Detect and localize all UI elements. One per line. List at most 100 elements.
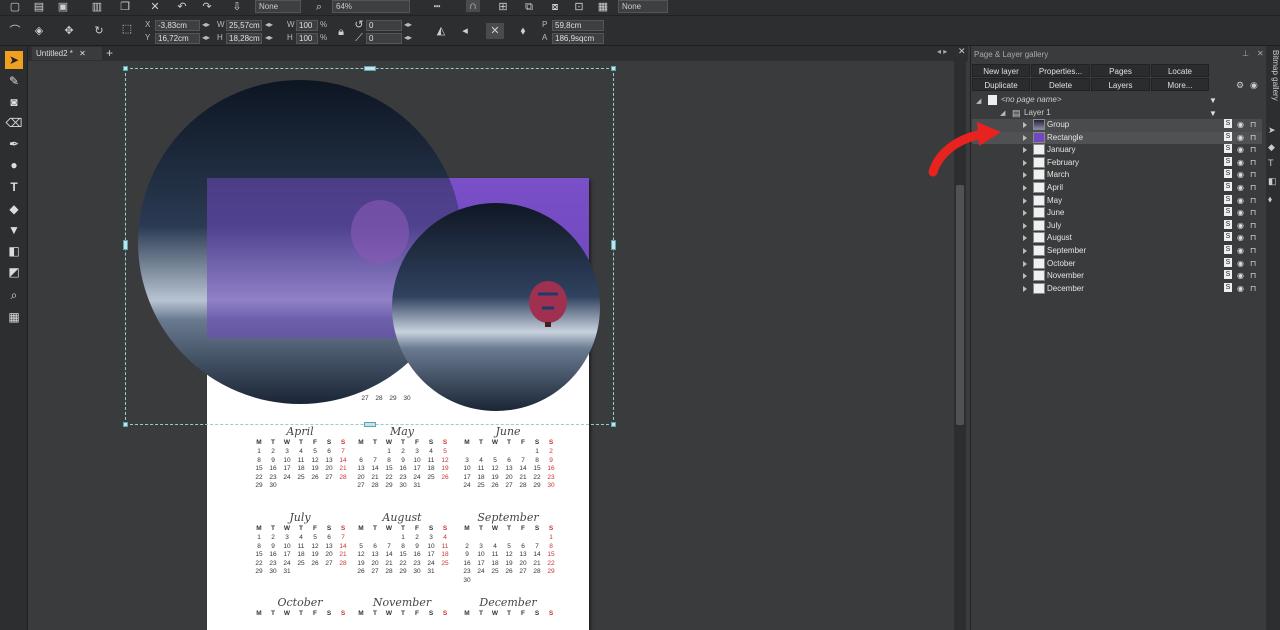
expand-arrow-icon[interactable] [1023,122,1027,128]
layer-item-row[interactable] [972,270,1262,283]
cut-icon[interactable]: ▥ [90,1,104,13]
select-toggle-icon[interactable]: S [1224,144,1232,154]
select-toggle-icon[interactable]: S [1224,194,1232,204]
lock-icon[interactable]: ⊓ [1250,270,1256,281]
close-tab-icon[interactable]: ✕ [79,49,86,58]
handle-right[interactable] [611,240,616,250]
y-field[interactable]: 16,72cm [155,33,200,44]
layer-item-row[interactable] [972,207,1262,220]
side-tool-layers-icon[interactable]: ◧ [1268,176,1277,187]
lock-icon[interactable]: ⊓ [1250,132,1256,143]
expand-arrow-icon[interactable] [1023,260,1027,267]
panel-close-icon[interactable]: ✕ [1257,49,1264,58]
visibility-eye-icon[interactable]: ◉ [1237,195,1244,206]
layer-item-row[interactable] [972,220,1262,233]
layer-item-row[interactable] [972,258,1262,271]
lock-icon[interactable]: ⊓ [1250,283,1256,294]
snap-page-icon[interactable]: ▦ [596,1,610,13]
ellipse-tool-icon[interactable]: ● [5,156,23,174]
fill-bucket-icon[interactable]: ◈ [32,25,46,37]
layer-item-row[interactable] [972,245,1262,258]
layer-item-row[interactable] [972,182,1262,195]
visibility-eye-icon[interactable]: ◉ [1237,144,1244,155]
lock-icon[interactable]: ⊓ [1250,245,1256,256]
lock-icon[interactable]: ⊓ [1250,119,1256,130]
blend-mode-dropdown[interactable]: None [255,0,301,13]
zoom-icon[interactable]: ⌕ [312,1,326,13]
layer-name[interactable]: Layer 1 [1024,108,1051,117]
page-name[interactable]: <no page name> [1001,95,1062,104]
photo-tool-icon[interactable]: ◙ [5,93,23,111]
duplicate-button[interactable]: Duplicate [972,78,1030,91]
skew-field[interactable]: 0 [366,33,402,44]
lock-aspect-icon[interactable]: 🔒︎ [334,26,348,38]
bounds-icon[interactable]: ⬚ [120,23,134,35]
layer-item-row[interactable] [972,195,1262,208]
x-field[interactable]: -3,83cm [155,20,200,31]
layers-button[interactable]: Layers [1091,78,1150,91]
visibility-eye-icon[interactable]: ◉ [1237,270,1244,281]
magnet-icon[interactable]: ∩ [466,0,480,12]
mould-tool-icon[interactable]: ◩ [5,263,23,281]
lock-icon[interactable]: ⊓ [1250,207,1256,218]
move-icon[interactable]: ✥ [62,25,76,37]
tab-untitled2[interactable]: Untitled2 * ✕ [32,47,102,60]
import-icon[interactable]: ⇩ [230,1,244,13]
visibility-eye-icon[interactable]: ◉ [1237,232,1244,243]
handle-top-left[interactable] [123,66,128,71]
expand-arrow-icon[interactable] [1023,222,1027,229]
select-toggle-icon[interactable]: S [1224,270,1232,280]
zoom-tool-icon[interactable]: ⌕ [5,286,23,304]
visibility-eye-icon[interactable]: ◉ [1237,220,1244,231]
width-field[interactable]: 25,57cm [226,20,262,31]
expand-arrow-icon[interactable] [1023,285,1027,292]
shadow-tool-icon[interactable]: ◧ [5,242,23,260]
select-toggle-icon[interactable]: S [1224,131,1232,141]
grid-snap-icon[interactable]: ⊞ [496,1,510,13]
visibility-eye-icon[interactable]: ◉ [1237,258,1244,269]
lock-icon[interactable]: ⊓ [1250,195,1256,206]
handle-top-right[interactable] [611,66,616,71]
expand-arrow-icon[interactable] [1023,147,1027,154]
transparency-tool-icon[interactable]: ▼ [5,221,23,239]
visibility-eye-icon[interactable]: ◉ [1237,132,1244,143]
tag-icon[interactable]: ⬧ [516,25,530,37]
properties-button[interactable]: Properties... [1031,64,1090,77]
layer-item-row[interactable] [972,119,1262,132]
layer-item-row[interactable] [972,157,1262,170]
select-toggle-icon[interactable]: S [1224,156,1232,166]
layer-item-row[interactable] [972,232,1262,245]
select-toggle-icon[interactable]: S [1224,232,1232,242]
layer-item-row[interactable] [972,144,1262,157]
visibility-eye-icon[interactable]: ◉ [1237,157,1244,168]
zoom-dropdown[interactable]: 64% [332,0,410,13]
expand-arrow-icon[interactable] [1023,185,1027,191]
tab-scroll-icon[interactable]: ◂ ▸ [937,47,947,56]
visibility-eye-icon[interactable]: ◉ [1237,169,1244,180]
height-percent-field[interactable]: 100 [296,33,318,44]
y-stepper[interactable]: ◂▸ [202,33,210,43]
grid-tool-icon[interactable]: ▦ [5,308,23,326]
x-stepper[interactable]: ◂▸ [202,20,210,30]
layer-expand-icon[interactable]: ◢ [1000,109,1005,117]
select-toggle-icon[interactable]: S [1224,119,1232,128]
side-tool-arrow-icon[interactable]: ➤ [1268,125,1276,136]
handle-bottom[interactable] [364,422,376,427]
lock-icon[interactable]: ⊓ [1250,157,1256,168]
expand-arrow-icon[interactable] [1023,248,1027,254]
visibility-eye-icon[interactable]: ◉ [1237,283,1244,294]
expand-arrow-icon[interactable] [1023,273,1027,280]
select-toggle-icon[interactable]: S [1224,182,1232,191]
new-file-icon[interactable]: ▢ [8,1,22,13]
snap-object-icon[interactable]: ⧉ [522,1,536,13]
expand-arrow-icon[interactable] [1023,210,1027,217]
handle-bottom-left[interactable] [123,422,128,427]
snap-point-icon[interactable]: ⊡ [572,1,586,13]
handle-top[interactable] [364,66,376,71]
pin-icon[interactable]: ⊥ [1242,49,1249,58]
handle-left[interactable] [123,240,128,250]
snap-guide-icon[interactable]: ⧇ [548,1,562,13]
select-toggle-icon[interactable]: S [1224,245,1232,254]
h-stepper[interactable]: ◂▸ [265,33,273,43]
visibility-eye-icon[interactable]: ◉ [1237,245,1244,256]
